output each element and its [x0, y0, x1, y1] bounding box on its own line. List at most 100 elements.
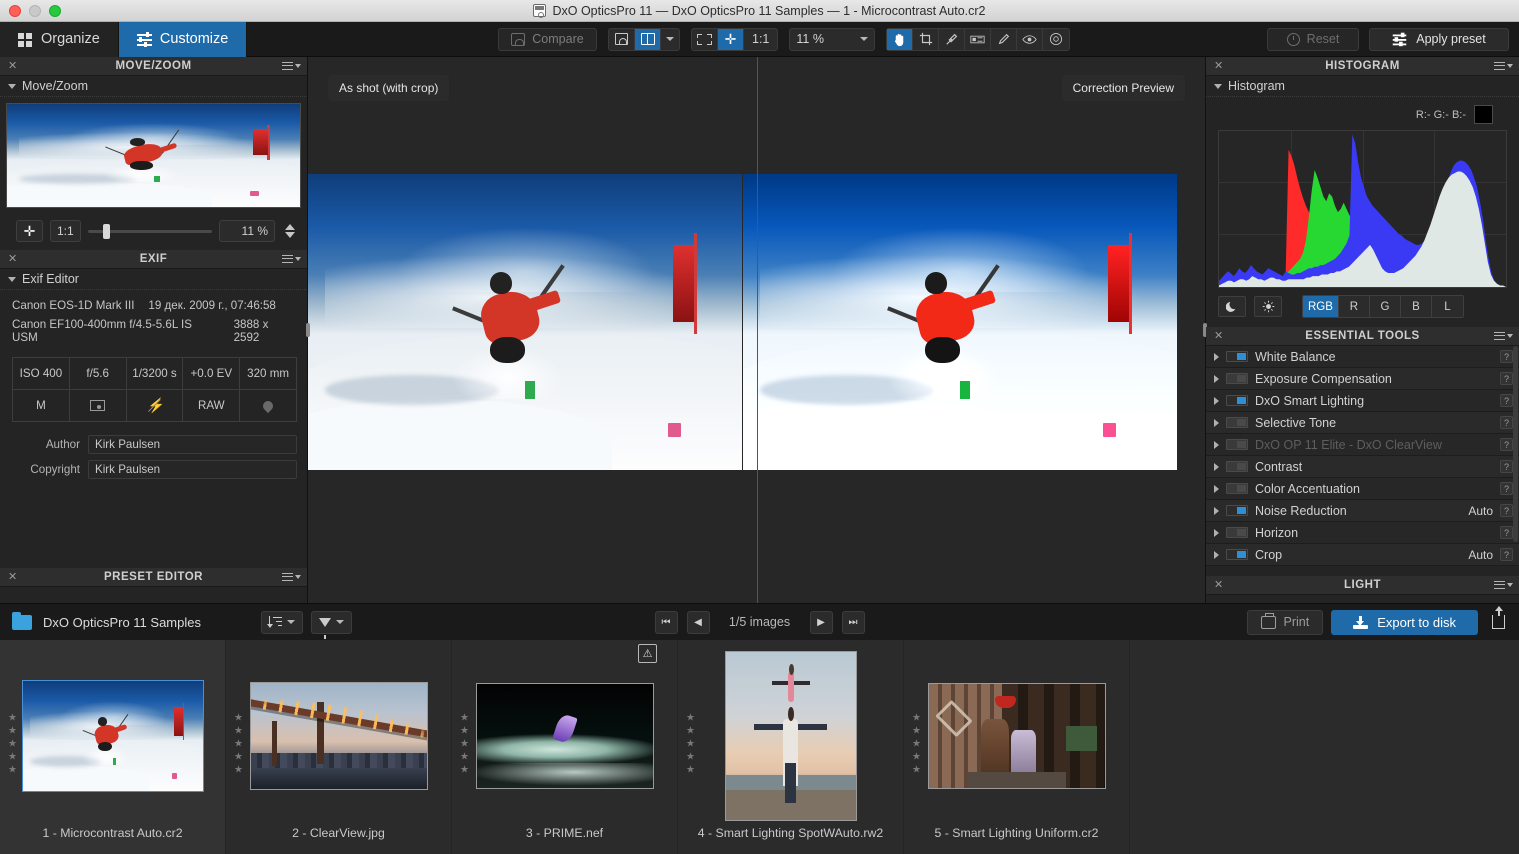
disclosure-triangle-icon[interactable] [1214, 418, 1219, 427]
filmstrip-item[interactable]: ★ ★ ★ ★ ★ 4 - Smart Lighting SpotWAuto.rw2 [678, 640, 904, 854]
help-icon[interactable]: ? [1500, 504, 1513, 517]
thumbnail[interactable] [249, 682, 428, 790]
first-image-button[interactable]: ⏮ [654, 610, 678, 634]
rating-star[interactable]: ★ [234, 765, 243, 776]
rating-star[interactable]: ★ [460, 765, 469, 776]
export-to-disk-button[interactable]: Export to disk [1331, 609, 1478, 635]
zoom-stepper[interactable] [282, 224, 297, 238]
filmstrip-item[interactable]: ★ ★ ★ ★ ★ 2 - ClearView.jpg [226, 640, 452, 854]
rating-stars[interactable]: ★ ★ ★ ★ ★ [460, 713, 469, 776]
rating-star[interactable]: ★ [686, 765, 695, 776]
tools-scrollbar[interactable] [1513, 346, 1518, 542]
sort-button[interactable] [260, 610, 303, 634]
rating-star[interactable]: ★ [912, 726, 921, 737]
channel-b-button[interactable]: B [1400, 296, 1432, 317]
compare-button[interactable]: Compare [498, 27, 597, 51]
tool-row[interactable]: Contrast? [1206, 456, 1519, 478]
copyright-field[interactable]: Kirk Paulsen [88, 460, 297, 479]
tool-toggle[interactable] [1226, 373, 1248, 384]
disclosure-triangle-icon[interactable] [1214, 462, 1219, 471]
stepper-up-icon[interactable] [284, 224, 295, 230]
rating-star[interactable]: ★ [686, 752, 695, 763]
crop-tool-button[interactable] [913, 28, 940, 50]
tool-toggle[interactable] [1226, 439, 1248, 450]
move-zoom-section[interactable]: Move/Zoom [0, 76, 307, 97]
rating-star[interactable]: ★ [234, 752, 243, 763]
rating-stars[interactable]: ★ ★ ★ ★ ★ [686, 713, 695, 776]
as-shot-image[interactable] [308, 174, 742, 470]
exif-editor-section[interactable]: Exif Editor [0, 269, 307, 290]
help-icon[interactable]: ? [1500, 416, 1513, 429]
move-tool-button[interactable]: ✛ [718, 28, 744, 50]
navigator-thumbnail[interactable] [6, 103, 301, 208]
tool-toggle[interactable] [1226, 549, 1248, 560]
panel-menu-button[interactable] [1494, 331, 1513, 341]
channel-l-button[interactable]: L [1431, 296, 1463, 317]
tool-row[interactable]: Exposure Compensation? [1206, 368, 1519, 390]
tool-toggle[interactable] [1226, 395, 1248, 406]
tool-toggle[interactable] [1226, 483, 1248, 494]
filter-button[interactable] [310, 610, 352, 639]
red-eye-tool-button[interactable] [1017, 28, 1044, 50]
horizon-tool-button[interactable] [965, 28, 992, 50]
filmstrip-item[interactable]: ★ ★ ★ ★ ★ 5 - Smart Lighting Uniform.cr2 [904, 640, 1130, 854]
tool-row[interactable]: Color Accentuation? [1206, 478, 1519, 500]
dual-view-button[interactable] [635, 28, 661, 50]
histogram-section[interactable]: Histogram [1206, 76, 1519, 97]
rating-star[interactable]: ★ [460, 713, 469, 724]
reset-button[interactable]: Reset [1267, 27, 1359, 51]
tab-organize[interactable]: Organize [0, 21, 119, 57]
disclosure-triangle-icon[interactable] [1214, 550, 1219, 559]
thumbnail[interactable] [927, 683, 1106, 789]
help-icon[interactable]: ? [1500, 372, 1513, 385]
rating-star[interactable]: ★ [8, 713, 17, 724]
zoom-button[interactable] [49, 4, 61, 17]
panel-menu-button[interactable] [282, 254, 301, 264]
rating-star[interactable]: ★ [234, 726, 243, 737]
single-view-button[interactable] [609, 28, 635, 50]
rating-stars[interactable]: ★ ★ ★ ★ ★ [8, 713, 17, 776]
close-icon[interactable]: ✕ [1214, 330, 1223, 342]
rating-star[interactable]: ★ [912, 765, 921, 776]
eyedropper-tool-button[interactable] [939, 28, 966, 50]
rating-star[interactable]: ★ [460, 726, 469, 737]
tool-row[interactable]: Horizon? [1206, 522, 1519, 544]
rating-star[interactable]: ★ [686, 739, 695, 750]
disclosure-triangle-icon[interactable] [1214, 506, 1219, 515]
rating-stars[interactable]: ★ ★ ★ ★ ★ [912, 713, 921, 776]
close-icon[interactable]: ✕ [1214, 60, 1223, 72]
disclosure-triangle-icon[interactable] [1214, 374, 1219, 383]
image-viewer[interactable]: As shot (with crop) Correction Preview [306, 57, 1207, 603]
disclosure-triangle-icon[interactable] [1214, 440, 1219, 449]
help-icon[interactable]: ? [1500, 548, 1513, 561]
tool-row[interactable]: White Balance? [1206, 346, 1519, 368]
channel-rgb-button[interactable]: RGB [1303, 296, 1339, 317]
stepper-down-icon[interactable] [284, 232, 295, 238]
rating-star[interactable]: ★ [912, 752, 921, 763]
rating-star[interactable]: ★ [234, 739, 243, 750]
rating-star[interactable]: ★ [8, 752, 17, 763]
compare-divider[interactable] [756, 57, 758, 603]
help-icon[interactable]: ? [1500, 460, 1513, 473]
filmstrip-item[interactable]: ★ ★ ★ ★ ★ 1 - Microcontrast Auto.cr2 [0, 640, 226, 854]
help-icon[interactable]: ? [1500, 482, 1513, 495]
panel-menu-button[interactable] [1494, 61, 1513, 71]
close-icon[interactable]: ✕ [1214, 579, 1223, 591]
panel-menu-button[interactable] [1494, 580, 1513, 590]
view-mode-dropdown[interactable] [661, 29, 679, 50]
tool-row[interactable]: DxO Smart Lighting? [1206, 390, 1519, 412]
channel-r-button[interactable]: R [1338, 296, 1370, 317]
tool-row[interactable]: Crop Auto? [1206, 544, 1519, 566]
spot-tool-button[interactable] [1043, 29, 1069, 50]
help-icon[interactable]: ? [1500, 350, 1513, 363]
apply-preset-button[interactable]: Apply preset [1369, 27, 1509, 51]
rating-star[interactable]: ★ [912, 739, 921, 750]
disclosure-triangle-icon[interactable] [1214, 396, 1219, 405]
tool-toggle[interactable] [1226, 461, 1248, 472]
tool-row[interactable]: Selective Tone? [1206, 412, 1519, 434]
correction-preview-image[interactable] [743, 174, 1177, 470]
tool-toggle[interactable] [1226, 417, 1248, 428]
rating-star[interactable]: ★ [8, 739, 17, 750]
channel-g-button[interactable]: G [1369, 296, 1401, 317]
tab-customize[interactable]: Customize [118, 21, 248, 57]
